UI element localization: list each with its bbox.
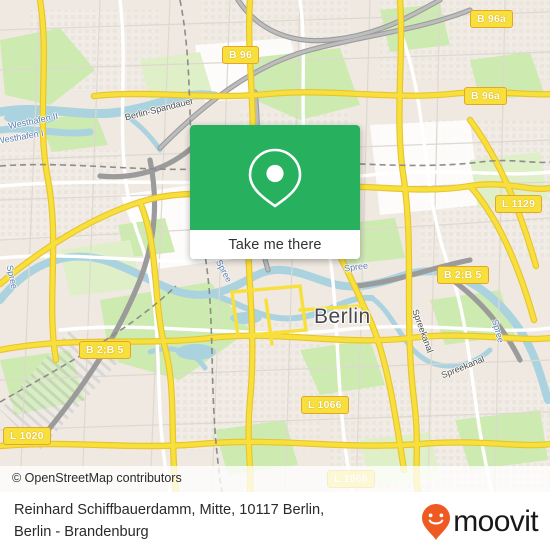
- road-shield-b96a-top[interactable]: B 96a: [470, 10, 514, 28]
- moovit-logo[interactable]: moovit: [421, 503, 539, 541]
- footer-bar: Reinhard Schiffbauerdamm, Mitte, 10117 B…: [0, 492, 550, 550]
- moovit-wordmark: moovit: [453, 505, 538, 538]
- road-shield-l1066-mid[interactable]: L 1066: [301, 396, 349, 414]
- road-shield-b96a-right[interactable]: B 96a: [464, 87, 508, 105]
- map-viewport[interactable]: Berlin Westhafen II Westhafen I Spree Sp…: [0, 0, 550, 492]
- road-shield-b2b5-right[interactable]: B 2;B 5: [437, 266, 489, 284]
- address-block: Reinhard Schiffbauerdamm, Mitte, 10117 B…: [14, 499, 404, 543]
- road-shield-b2b5-left[interactable]: B 2;B 5: [79, 341, 131, 359]
- road-shield-l1020[interactable]: L 1020: [3, 427, 51, 445]
- road-shield-b96[interactable]: B 96: [222, 46, 259, 64]
- moovit-pin-icon: [421, 503, 451, 541]
- take-me-there-label: Take me there: [228, 236, 322, 253]
- map-screenshot: Berlin Westhafen II Westhafen I Spree Sp…: [0, 0, 550, 550]
- map-attribution: © OpenStreetMap contributors: [0, 466, 550, 492]
- location-popup-card[interactable]: Take me there: [190, 125, 360, 259]
- popup-icon-area: [190, 125, 360, 230]
- take-me-there-button[interactable]: Take me there: [190, 230, 360, 259]
- map-pin-icon: [245, 145, 305, 211]
- address-line-1: Reinhard Schiffbauerdamm, Mitte, 10117 B…: [14, 502, 325, 518]
- address-line-2: Berlin - Brandenburg: [14, 524, 149, 540]
- road-shield-l1129[interactable]: L 1129: [495, 195, 543, 213]
- attribution-text[interactable]: © OpenStreetMap contributors: [12, 471, 182, 485]
